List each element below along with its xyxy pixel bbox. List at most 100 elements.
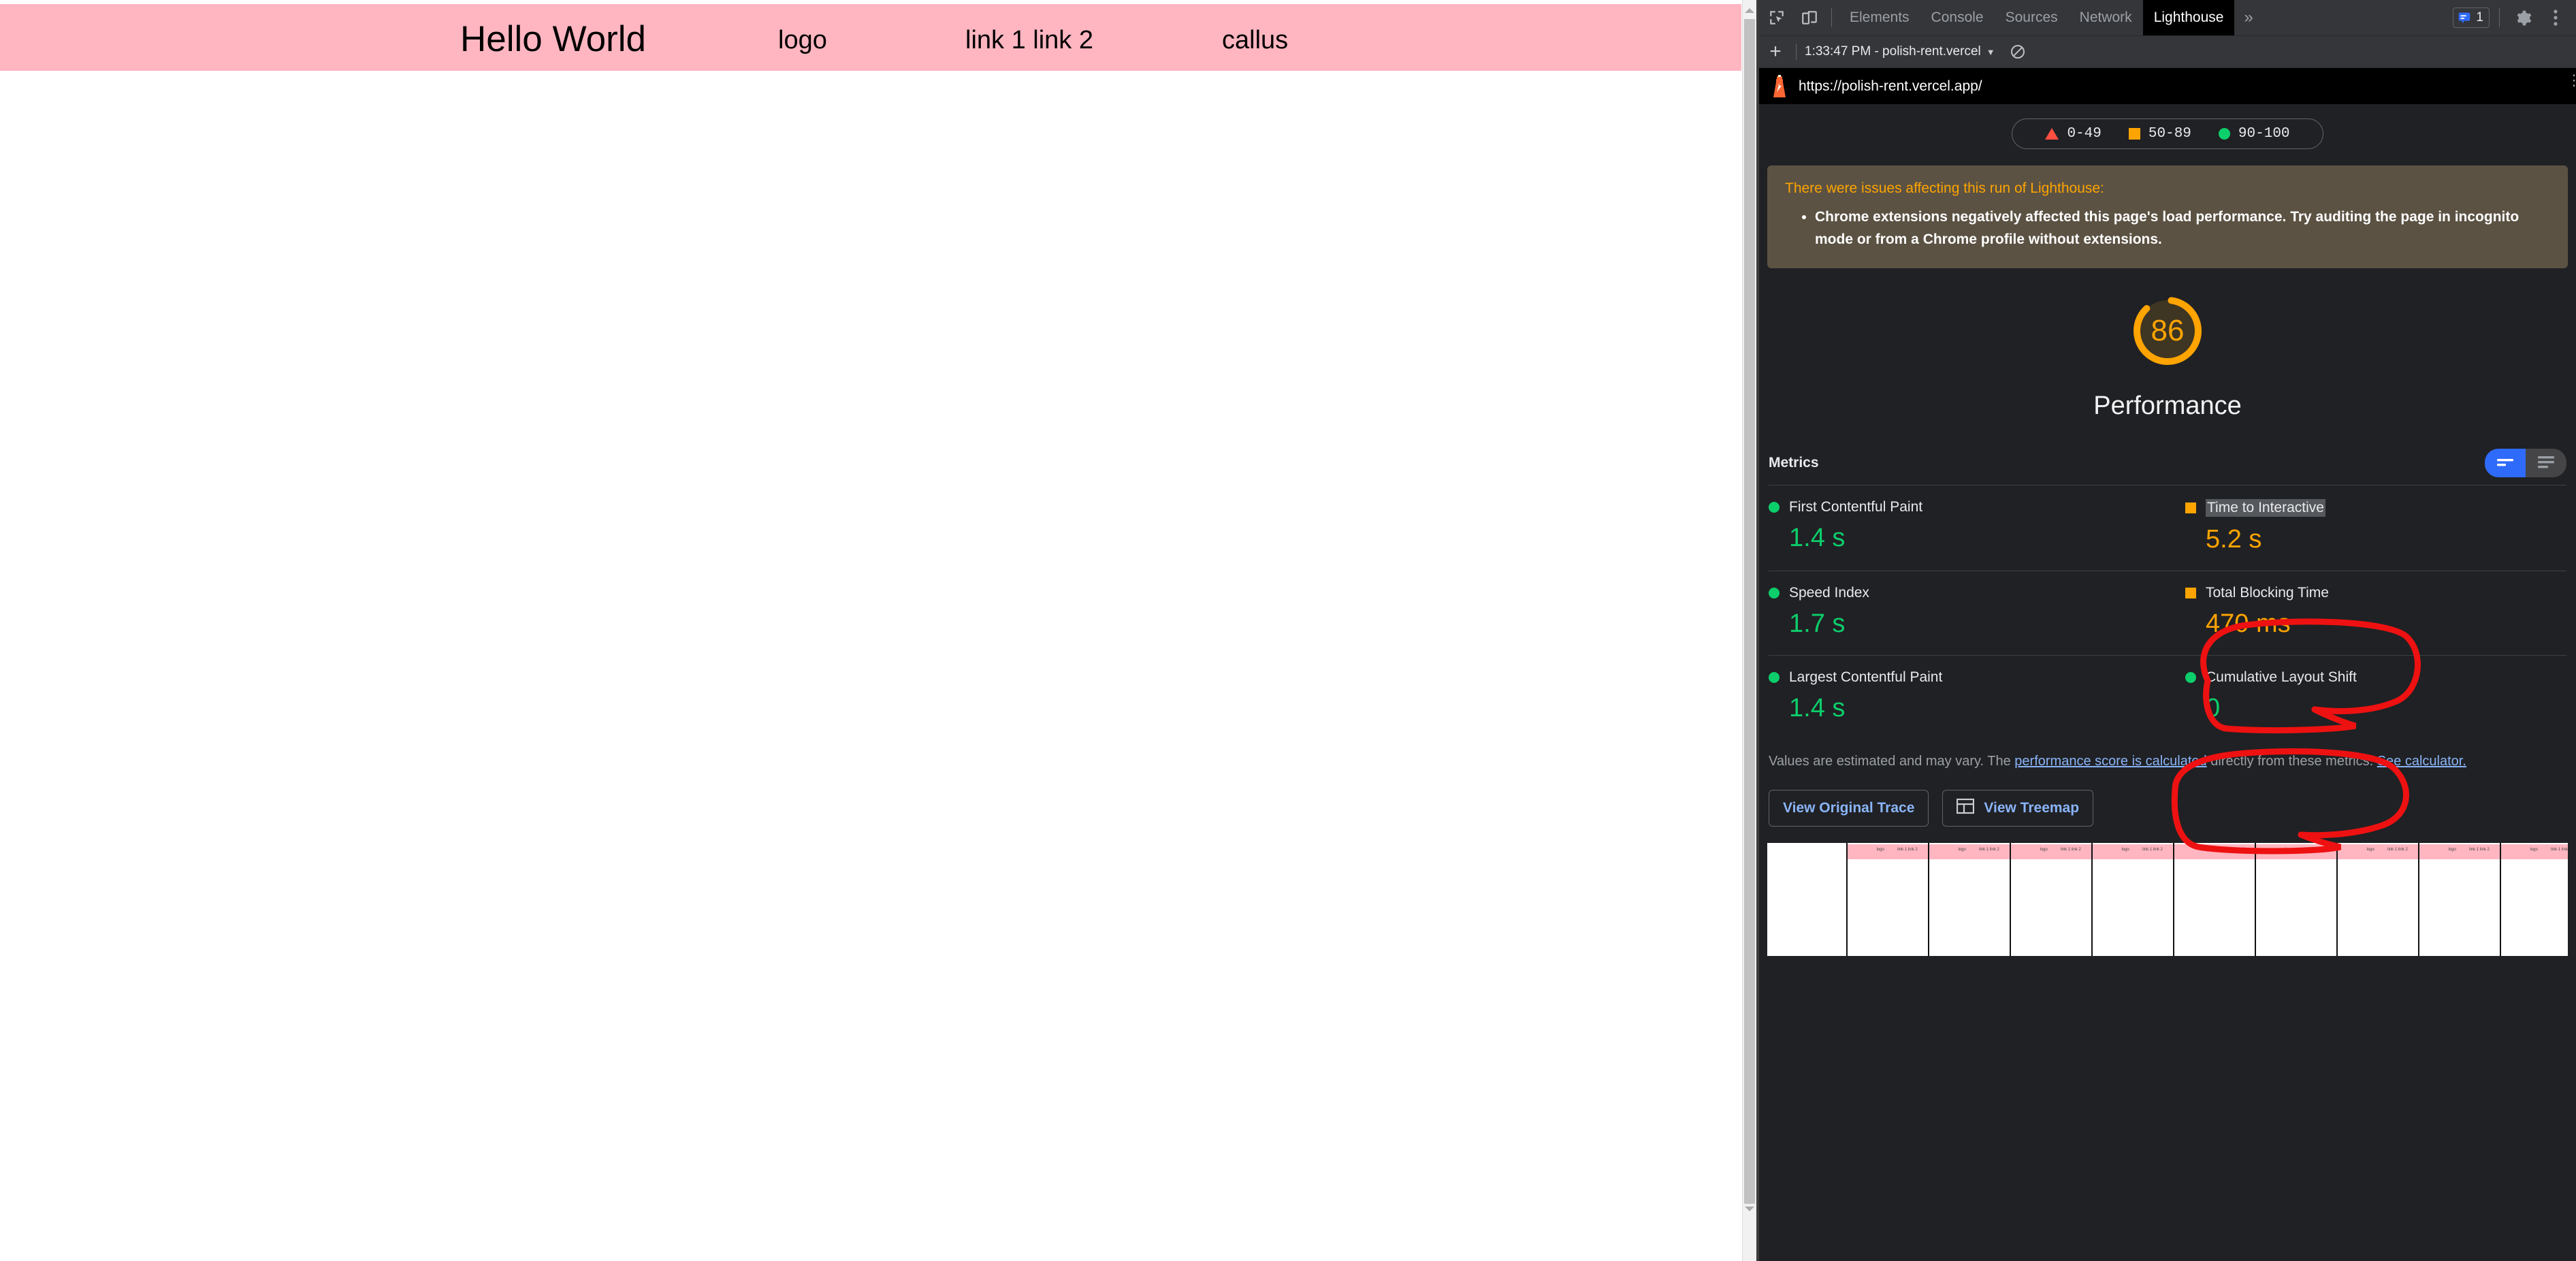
metric-total-blocking-time[interactable]: Total Blocking Time 470 ms <box>2168 571 2566 655</box>
devtools-tab-bar: Elements Console Sources Network Lightho… <box>1839 0 2235 35</box>
filmstrip-frame[interactable]: logo link 1 link 2 <box>2338 843 2419 957</box>
report-url: https://polish-rent.vercel.app/ <box>1799 78 1982 94</box>
toolbar-divider-2 <box>2499 8 2500 27</box>
circle-pass-icon <box>2218 128 2230 140</box>
toolbar-right-group: 1 <box>2453 3 2576 33</box>
thumb-label-links: link 1 link 2 <box>2306 848 2326 852</box>
nav-item-callus[interactable]: callus <box>1222 26 1288 55</box>
metrics-toggle-expanded[interactable] <box>2526 449 2566 478</box>
view-original-trace-label: View Original Trace <box>1783 800 1915 816</box>
scrollbar-up-arrow-icon[interactable] <box>1745 8 1754 13</box>
metrics-header: Metrics <box>1769 448 2566 478</box>
performance-score-link[interactable]: performance score is calculated <box>2014 754 2206 769</box>
view-treemap-button[interactable]: View Treemap <box>1942 790 2094 827</box>
lighthouse-toolbar-divider <box>1796 44 1797 60</box>
thumb-label-logo: logo <box>2121 848 2129 852</box>
tab-sources[interactable]: Sources <box>1995 0 2069 35</box>
legend-label-fail: 0-49 <box>2067 126 2102 142</box>
circle-pass-icon <box>1769 672 1780 684</box>
tab-elements[interactable]: Elements <box>1839 0 1920 35</box>
run-warnings-title: There were issues affecting this run of … <box>1785 180 2104 196</box>
legend-label-average: 50-89 <box>2148 126 2191 142</box>
report-url-bar: https://polish-rent.vercel.app/ ⋮ <box>1759 68 2576 104</box>
thumb-header <box>2093 844 2173 860</box>
thumb-label-links: link 1 link 2 <box>2469 848 2490 852</box>
filmstrip-frame[interactable]: logo link 1 link 2 <box>1848 843 1929 957</box>
run-warnings-panel: There were issues affecting this run of … <box>1767 165 2568 269</box>
clear-icon[interactable] <box>2008 42 2028 62</box>
performance-score: 86 <box>2151 314 2185 348</box>
screenshot-filmstrip[interactable]: logo link 1 link 2 logo link 1 link 2 lo… <box>1767 843 2568 957</box>
legend-item-pass: 90-100 <box>2218 126 2290 142</box>
inspect-element-icon[interactable] <box>1762 3 1792 33</box>
thumb-label-links: link 1 link 2 <box>1979 848 1999 852</box>
see-calculator-link[interactable]: See calculator. <box>2377 754 2466 769</box>
legend-label-pass: 90-100 <box>2238 126 2290 142</box>
thumb-header <box>2011 844 2091 860</box>
filmstrip-frame[interactable]: logo link 1 link 2 <box>2501 843 2568 957</box>
lighthouse-run-selector[interactable]: 1:33:47 PM - polish-rent.vercel ▼ <box>1805 44 1995 59</box>
metric-label: Time to Interactive <box>2206 499 2325 517</box>
issues-badge[interactable]: 1 <box>2453 7 2490 28</box>
metric-label: Total Blocking Time <box>2206 585 2329 601</box>
lighthouse-toolbar: + 1:33:47 PM - polish-rent.vercel ▼ <box>1759 36 2576 68</box>
metrics-toggle-simple[interactable] <box>2485 449 2526 478</box>
thumb-label-logo: logo <box>2366 848 2374 852</box>
metric-value: 5.2 s <box>2206 525 2262 554</box>
tab-console[interactable]: Console <box>1920 0 1995 35</box>
more-tabs-icon[interactable]: » <box>2234 0 2262 35</box>
score-legend-wrap: 0-49 50-89 90-100 <box>1759 109 2576 149</box>
metric-cumulative-layout-shift[interactable]: Cumulative Layout Shift 0 <box>2168 655 2566 739</box>
filmstrip-frame[interactable]: logo link 1 link 2 <box>2093 843 2174 957</box>
metric-speed-index[interactable]: Speed Index 1.7 s <box>1769 571 2168 655</box>
filmstrip-frame[interactable]: logo link 1 link 2 <box>2011 843 2093 957</box>
thumb-label-links: link 1 link 2 <box>2387 848 2408 852</box>
metric-value: 470 ms <box>2206 609 2291 639</box>
square-average-icon <box>2185 588 2196 599</box>
toolbar-divider <box>1831 8 1832 27</box>
metrics-grid: First Contentful Paint 1.4 s Time to Int… <box>1769 485 2566 739</box>
thumb-label-links: link 1 link 2 <box>2224 848 2244 852</box>
metric-value: 1.4 s <box>1789 694 1846 723</box>
metric-largest-contentful-paint[interactable]: Largest Contentful Paint 1.4 s <box>1769 655 2168 739</box>
page-scrollbar-thumb[interactable] <box>1744 19 1755 1204</box>
nav-item-logo[interactable]: logo <box>778 26 827 55</box>
thumb-label-logo: logo <box>2530 848 2538 852</box>
kebab-menu-icon[interactable] <box>2541 3 2571 33</box>
view-original-trace-button[interactable]: View Original Trace <box>1769 790 1929 827</box>
filmstrip-frame[interactable]: logo link 1 link 2 <box>1929 843 2011 957</box>
site-title: Hello World <box>460 19 646 59</box>
metric-value: 1.7 s <box>1789 609 1846 639</box>
metrics-view-toggle[interactable] <box>2485 449 2566 478</box>
filmstrip-frame[interactable] <box>1767 843 1848 957</box>
tab-lighthouse[interactable]: Lighthouse <box>2142 0 2235 35</box>
lighthouse-report: Practices Web App https://polish-rent.ve… <box>1759 68 2576 1261</box>
report-kebab-menu-icon[interactable]: ⋮ <box>2566 72 2576 88</box>
filmstrip-frame[interactable]: logo link 1 link 2 <box>2256 843 2338 957</box>
device-toolbar-icon[interactable] <box>1794 3 1824 33</box>
thumb-label-links: link 1 link 2 <box>2551 848 2568 852</box>
tab-network[interactable]: Network <box>2069 0 2143 35</box>
thumb-header <box>2501 844 2568 860</box>
filmstrip-frame[interactable]: logo link 1 link 2 <box>2419 843 2501 957</box>
treemap-icon <box>1957 798 1975 818</box>
disclaimer-part-2: directly from these metrics. <box>2206 754 2377 769</box>
nav-item-links[interactable]: link 1 link 2 <box>965 26 1093 55</box>
metric-first-contentful-paint[interactable]: First Contentful Paint 1.4 s <box>1769 485 2168 571</box>
performance-gauge[interactable]: 86 <box>2128 291 2207 370</box>
scrollbar-down-arrow-icon[interactable] <box>1745 1207 1754 1211</box>
metric-head: Cumulative Layout Shift <box>2185 669 2566 686</box>
thumb-label-links: link 1 link 2 <box>1897 848 1918 852</box>
lighthouse-run-label: 1:33:47 PM - polish-rent.vercel <box>1805 44 1981 59</box>
thumb-label-logo: logo <box>2203 848 2211 852</box>
thumb-header <box>1848 844 1928 860</box>
metrics-disclaimer: Values are estimated and may vary. The p… <box>1769 750 2566 772</box>
issues-message-icon <box>2459 12 2470 24</box>
filmstrip-frame[interactable]: logo link 1 link 2 <box>2174 843 2256 957</box>
thumb-header <box>2338 844 2418 860</box>
metric-time-to-interactive[interactable]: Time to Interactive 5.2 s <box>2168 485 2566 571</box>
plus-icon[interactable]: + <box>1763 39 1788 64</box>
metric-head: Time to Interactive <box>2185 499 2566 517</box>
metric-label: Cumulative Layout Shift <box>2206 669 2357 686</box>
gear-icon[interactable] <box>2508 3 2538 33</box>
